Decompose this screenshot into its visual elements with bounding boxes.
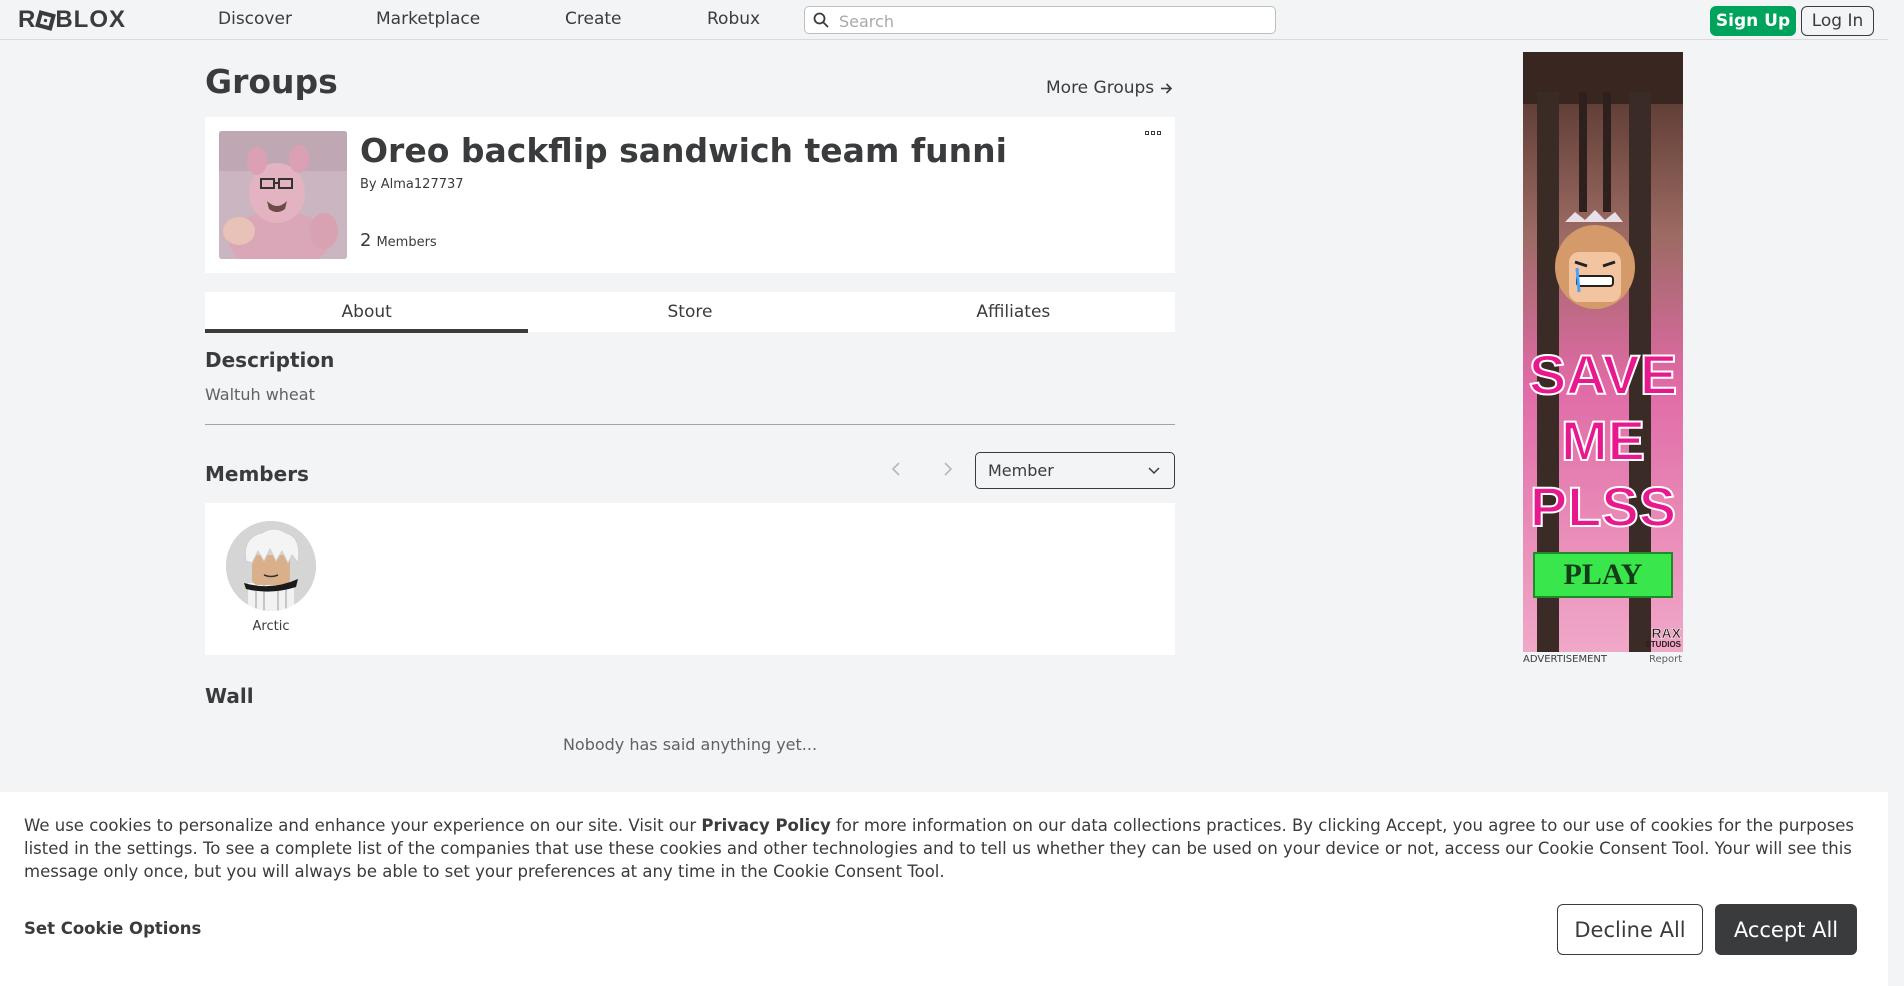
group-owner-line: By Alma127737 (360, 177, 464, 192)
nav-link-discover[interactable]: Discover (218, 9, 292, 29)
page-title: Groups (205, 62, 338, 101)
log-in-button[interactable]: Log In (1801, 6, 1874, 36)
search-box[interactable] (804, 6, 1276, 34)
top-navigation-bar: R BLOX Discover Marketplace Create Robux … (0, 0, 1888, 40)
section-divider (205, 424, 1175, 425)
group-tabs: About Store Affiliates (205, 292, 1175, 333)
members-next-page-button[interactable] (939, 458, 957, 480)
decline-all-button[interactable]: Decline All (1557, 904, 1703, 955)
chevron-down-icon (1148, 467, 1160, 475)
wall-heading: Wall (205, 684, 254, 708)
ad-report-link[interactable]: Report (1649, 654, 1682, 665)
member-count-label: Members (376, 235, 437, 250)
by-prefix: By (360, 177, 377, 192)
description-text: Waltuh wheat (205, 385, 315, 404)
tab-store[interactable]: Store (528, 292, 851, 332)
member-count-number: 2 (360, 230, 372, 251)
member-avatar[interactable] (226, 521, 316, 611)
set-cookie-options-link[interactable]: Set Cookie Options (24, 919, 201, 938)
nav-link-create[interactable]: Create (565, 9, 622, 29)
wall-empty-message: Nobody has said anything yet... (562, 735, 818, 754)
chevron-right-icon (944, 462, 953, 476)
roblox-logo[interactable]: R BLOX (18, 6, 126, 33)
accept-all-button[interactable]: Accept All (1715, 904, 1857, 955)
more-groups-label: More Groups (1046, 78, 1155, 98)
arrow-right-icon (1161, 82, 1173, 94)
tab-affiliates[interactable]: Affiliates (852, 292, 1175, 332)
logo-tilted-square (35, 9, 57, 31)
advertisement-banner[interactable]: SAVE ME PLSS PLAY RAX STUDIOS (1523, 52, 1683, 652)
member-tile[interactable]: Arctic (225, 521, 317, 634)
privacy-policy-link[interactable]: Privacy Policy (701, 816, 830, 835)
nav-link-robux[interactable]: Robux (707, 9, 760, 29)
group-header-card: Oreo backflip sandwich team funni By Alm… (205, 117, 1175, 273)
members-heading: Members (205, 462, 309, 486)
cookie-consent-banner: We use cookies to personalize and enhanc… (0, 792, 1888, 986)
advertisement-label: ADVERTISEMENT (1523, 654, 1608, 665)
chevron-left-icon (891, 462, 900, 476)
role-selected-value: Member (988, 461, 1054, 480)
member-name[interactable]: Arctic (225, 619, 317, 634)
group-member-count: 2 Members (360, 230, 437, 251)
group-owner-link[interactable]: Alma127737 (381, 177, 464, 192)
member-role-dropdown[interactable]: Member (975, 452, 1175, 489)
search-icon (813, 12, 829, 28)
group-name: Oreo backflip sandwich team funni (360, 131, 1007, 170)
more-options-icon[interactable] (1145, 131, 1161, 135)
ad-play-button[interactable]: PLAY (1533, 552, 1673, 598)
cookie-message: We use cookies to personalize and enhanc… (24, 816, 1855, 881)
nav-link-marketplace[interactable]: Marketplace (376, 9, 480, 29)
members-list-card: Arctic (205, 503, 1175, 655)
sign-up-button[interactable]: Sign Up (1710, 6, 1796, 36)
group-emblem-image (219, 131, 347, 259)
more-groups-link[interactable]: More Groups (1046, 78, 1173, 98)
description-heading: Description (205, 348, 335, 372)
ad-headline: SAVE ME PLSS (1528, 342, 1678, 539)
search-input[interactable] (837, 9, 1261, 33)
ad-studio-logo: RAX STUDIOS (1645, 625, 1681, 649)
members-prev-page-button[interactable] (887, 458, 905, 480)
tab-about[interactable]: About (205, 292, 529, 333)
